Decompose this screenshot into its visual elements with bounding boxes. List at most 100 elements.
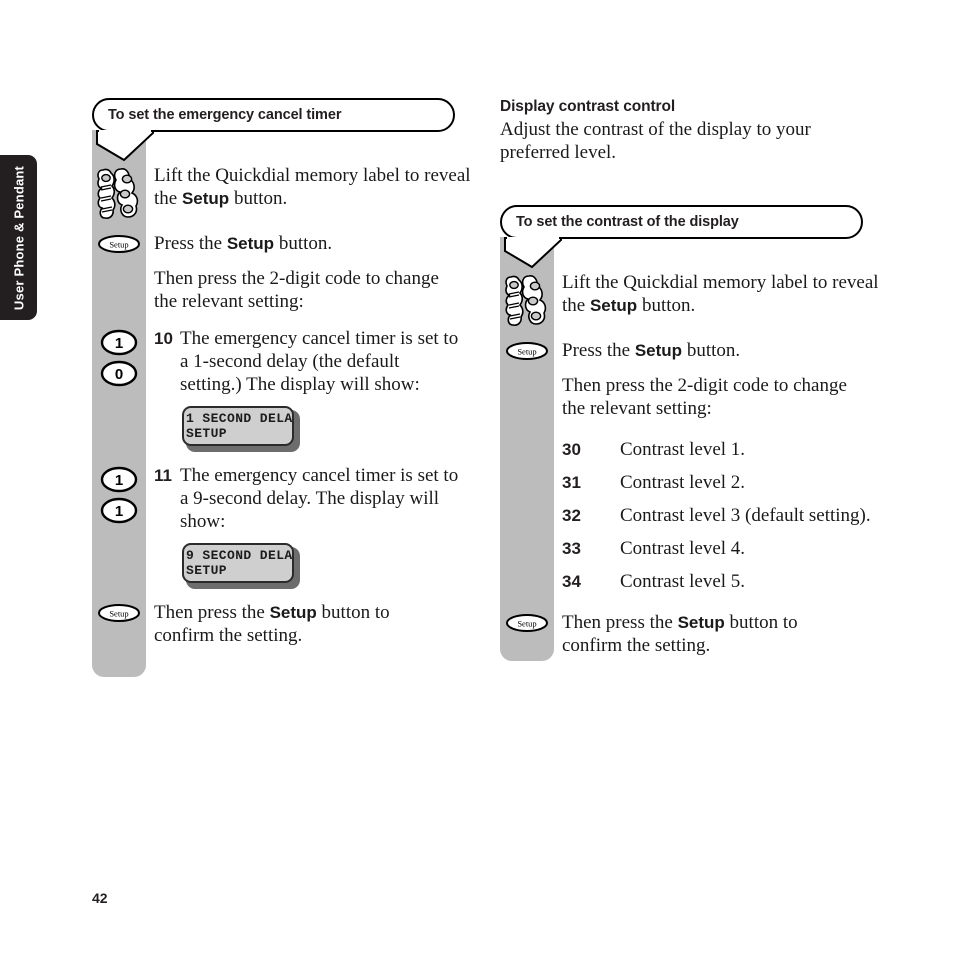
side-thumb-tab: User Phone & Pendant	[0, 155, 37, 320]
quickdial-memory-label-icon	[505, 275, 547, 326]
step-lift-label-text: Lift the Quickdial memory label to revea…	[146, 164, 492, 210]
contrast-code-item: 31 Contrast level 2.	[562, 471, 871, 494]
step-then-press-code-text: Then press the 2-digit code to change th…	[562, 375, 847, 419]
callout-pointer-tail	[504, 237, 562, 269]
key-digit-label: 1	[115, 335, 123, 352]
code-entry-10: 1 0 10 The emergency cancel timer is set…	[92, 327, 492, 464]
svg-text:Setup: Setup	[517, 347, 536, 357]
press-setup-text-bold: Setup	[226, 234, 275, 253]
code-number: 34	[562, 572, 581, 591]
code-number: 33	[562, 539, 581, 558]
step-then-press-code-text: Then press the 2-digit code to change th…	[154, 268, 439, 312]
lcd-display-9-second-delay: 9 SECOND DELAY SETUP	[182, 543, 300, 589]
press-setup-text-bold: Setup	[634, 341, 683, 360]
code-description: Contrast level 5.	[620, 571, 746, 592]
code-item: 11 The emergency cancel timer is set to …	[154, 464, 459, 533]
step-confirm-setting: Setup Then press the Setup button to con…	[92, 601, 492, 647]
code-number: 30	[562, 440, 581, 459]
code-item: 10 The emergency cancel timer is set to …	[154, 327, 459, 396]
step-then-press-code: Then press the 2-digit code to change th…	[500, 374, 900, 420]
contrast-code-item: 30 Contrast level 1.	[562, 438, 871, 461]
number-key-icon-1: 1	[100, 466, 138, 493]
confirm-text-a: Then press the	[154, 602, 270, 623]
contrast-code-item: 34 Contrast level 5.	[562, 570, 871, 593]
code-key-gutter: 1 1	[92, 464, 146, 524]
procedure-body: Lift the Quickdial memory label to revea…	[92, 130, 492, 677]
step-icon-gutter: Setup	[500, 339, 554, 361]
callout-title-text: To set the emergency cancel timer	[108, 107, 342, 123]
number-key-icon-1: 1	[100, 329, 138, 356]
step-icon-gutter: Setup	[500, 611, 554, 633]
number-key-icon-1b: 1	[100, 497, 138, 524]
step-lift-label: Lift the Quickdial memory label to revea…	[92, 164, 492, 224]
lcd-display-1-second-delay: 1 SECOND DELAY SETUP	[182, 406, 300, 452]
step-confirm-setting: Setup Then press the Setup button to con…	[500, 611, 900, 657]
left-column: To set the emergency cancel timer Lift t…	[92, 98, 492, 677]
step-confirm-text: Then press the Setup button to confirm t…	[554, 611, 837, 657]
step-lift-label-text: Lift the Quickdial memory label to revea…	[554, 271, 900, 317]
callout-pointer-tail	[96, 130, 154, 162]
setup-button-icon: Setup	[506, 342, 548, 360]
callout-header-contrast: To set the contrast of the display	[500, 205, 863, 239]
lcd-line-1: 1 SECOND DELAY	[186, 411, 294, 426]
step-then-press-code: Then press the 2-digit code to change th…	[92, 267, 492, 313]
right-column: Display contrast control Adjust the cont…	[500, 98, 900, 661]
lift-label-text-bold: Setup	[181, 189, 230, 208]
procedure-emergency-cancel-timer: To set the emergency cancel timer Lift t…	[92, 98, 492, 677]
code-number: 10	[154, 329, 173, 348]
setup-button-icon: Setup	[98, 235, 140, 253]
step-press-setup-text: Press the Setup button.	[554, 339, 740, 362]
lift-label-text-bold: Setup	[589, 296, 638, 315]
setup-button-icon: Setup	[506, 614, 548, 632]
code-number: 32	[562, 506, 581, 525]
confirm-text-bold: Setup	[677, 613, 725, 632]
code-description: Contrast level 1.	[620, 439, 746, 460]
press-setup-text-b: button.	[682, 340, 741, 361]
key-digit-label: 1	[115, 472, 123, 489]
step-icon-gutter	[500, 271, 554, 331]
callout-header-emergency-cancel-timer: To set the emergency cancel timer	[92, 98, 455, 132]
press-setup-text-a: Press the	[562, 340, 635, 361]
setup-button-icon: Setup	[98, 604, 140, 622]
contrast-code-item: 33 Contrast level 4.	[562, 537, 871, 560]
step-icon-gutter-empty	[500, 438, 554, 440]
code-description: Contrast level 4.	[620, 538, 746, 559]
press-setup-text-b: button.	[274, 233, 333, 254]
svg-text:Setup: Setup	[109, 240, 128, 250]
step-icon-gutter: Setup	[92, 601, 146, 623]
contrast-code-item: 32 Contrast level 3 (default setting).	[562, 504, 871, 527]
code-description: The emergency cancel timer is set to a 1…	[180, 328, 459, 395]
side-thumb-tab-label: User Phone & Pendant	[11, 165, 26, 310]
step-icon-gutter-empty	[500, 374, 554, 376]
code-number: 11	[154, 466, 172, 485]
lcd-line-1: 9 SECOND DELAY	[186, 548, 294, 563]
step-lift-label: Lift the Quickdial memory label to revea…	[500, 271, 900, 331]
quickdial-memory-label-icon	[97, 168, 139, 219]
section-intro-text: Adjust the contrast of the display to yo…	[500, 119, 811, 163]
procedure-body: Lift the Quickdial memory label to revea…	[500, 237, 900, 661]
step-confirm-text: Then press the Setup button to confirm t…	[146, 601, 439, 647]
code-entry-11: 1 1 11 The emergency cancel timer is set…	[92, 464, 492, 601]
lcd-face: 1 SECOND DELAY SETUP	[182, 406, 294, 446]
svg-text:Setup: Setup	[109, 609, 128, 619]
code-number: 31	[562, 473, 581, 492]
confirm-text-a: Then press the	[562, 612, 678, 633]
callout-title-text: To set the contrast of the display	[516, 214, 739, 230]
contrast-code-list-body: 30 Contrast level 1. 31 Contrast level 2…	[554, 438, 871, 603]
lift-label-text-b: button.	[229, 188, 288, 209]
confirm-text-bold: Setup	[269, 603, 317, 622]
code-description: The emergency cancel timer is set to a 9…	[180, 465, 459, 532]
key-digit-label: 1	[115, 503, 123, 520]
key-digit-label: 0	[115, 366, 123, 383]
svg-text:Setup: Setup	[517, 619, 536, 629]
code-entry-10-body: 10 The emergency cancel timer is set to …	[146, 327, 459, 464]
step-icon-gutter	[92, 164, 146, 224]
step-icon-gutter: Setup	[92, 232, 146, 254]
lcd-face: 9 SECOND DELAY SETUP	[182, 543, 294, 583]
lcd-line-2: SETUP	[186, 426, 228, 441]
page-number: 42	[92, 890, 108, 906]
number-key-icon-0: 0	[100, 360, 138, 387]
step-press-setup-text: Press the Setup button.	[146, 232, 332, 255]
section-heading-display-contrast: Display contrast control	[500, 98, 676, 115]
step-press-setup: Setup Press the Setup button.	[500, 339, 900, 362]
